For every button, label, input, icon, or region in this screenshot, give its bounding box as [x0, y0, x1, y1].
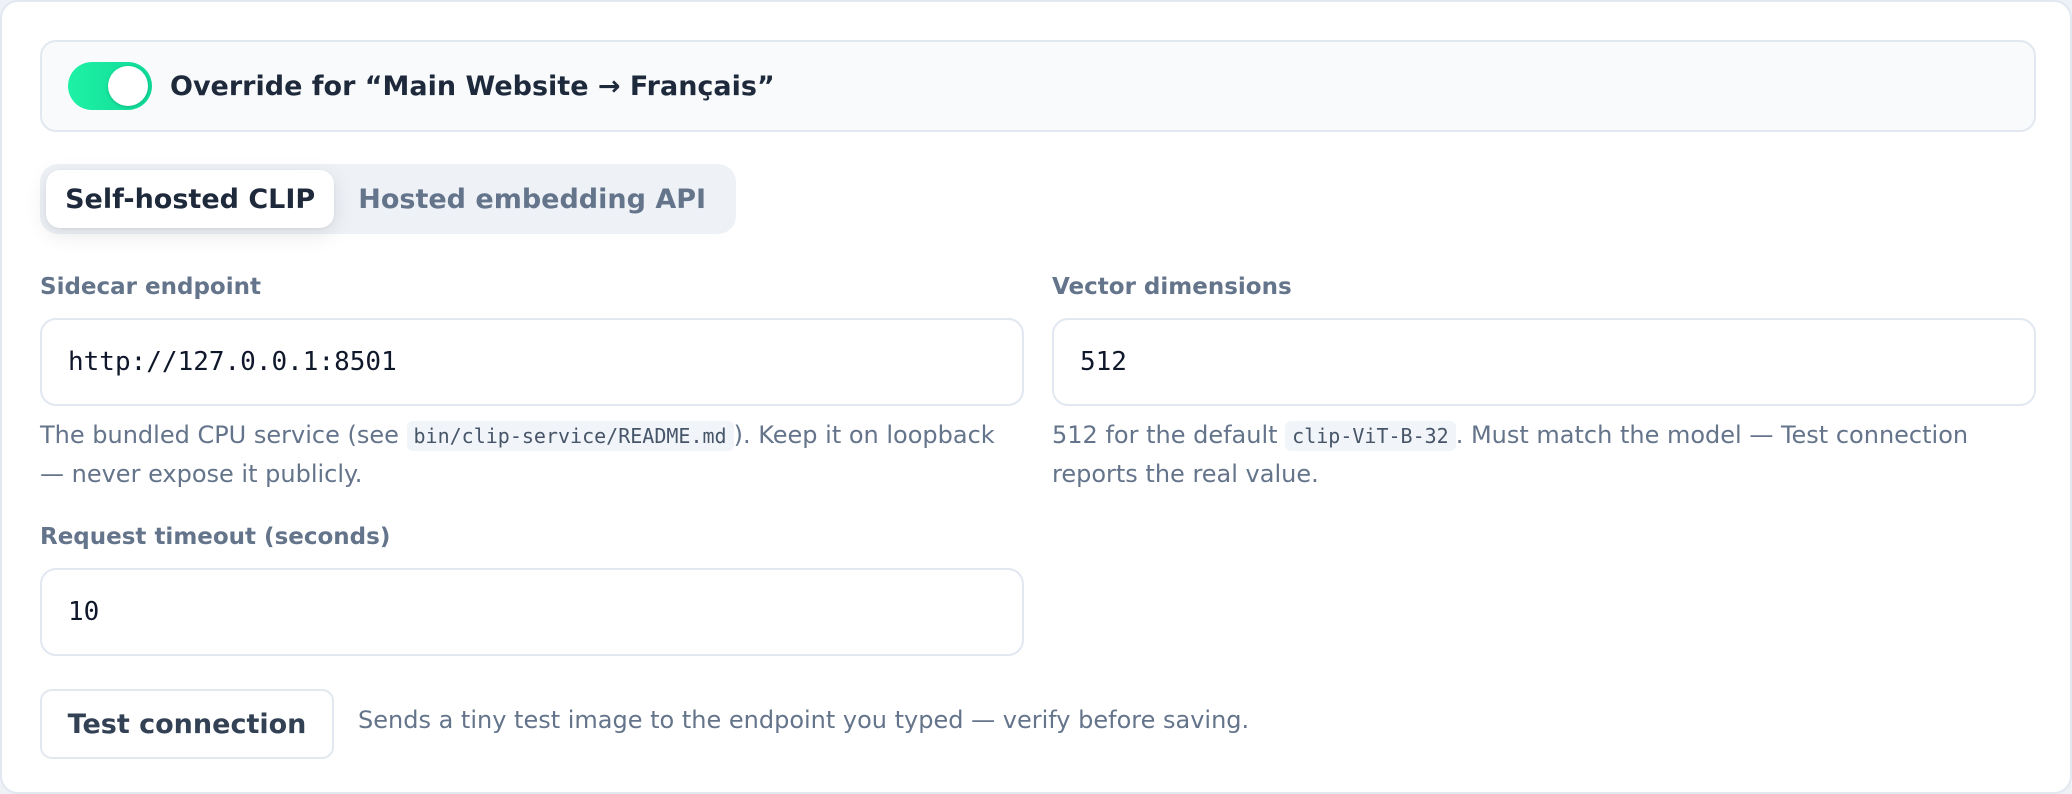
request-timeout-label: Request timeout (seconds)	[40, 524, 391, 550]
toggle-knob	[108, 66, 148, 106]
vector-dimensions-input[interactable]: 512	[1052, 318, 2036, 406]
settings-card: Override for “Main Website → Français” S…	[0, 0, 2072, 794]
override-label: Override for “Main Website → Français”	[170, 70, 775, 102]
help-text: The bundled CPU service (see	[40, 421, 407, 449]
sidecar-endpoint-input[interactable]: http://127.0.0.1:8501	[40, 318, 1024, 406]
test-connection-hint: Sends a tiny test image to the endpoint …	[358, 706, 1250, 734]
tab-hosted-embedding-api[interactable]: Hosted embedding API	[334, 170, 730, 228]
override-toggle[interactable]	[68, 62, 152, 110]
override-bar: Override for “Main Website → Français”	[40, 40, 2036, 132]
sidecar-endpoint-help: The bundled CPU service (see bin/clip-se…	[40, 416, 1024, 493]
mode-segmented-control: Self-hosted CLIP Hosted embedding API	[40, 164, 736, 234]
vector-dimensions-help: 512 for the default clip-ViT-B-32. Must …	[1052, 416, 2042, 493]
request-timeout-input[interactable]: 10	[40, 568, 1024, 656]
test-connection-button[interactable]: Test connection	[40, 689, 334, 759]
tab-self-hosted-clip[interactable]: Self-hosted CLIP	[46, 170, 335, 228]
readme-path-code: bin/clip-service/README.md	[406, 421, 734, 451]
vector-dimensions-label: Vector dimensions	[1052, 274, 1292, 300]
help-text: 512 for the default	[1052, 421, 1286, 449]
sidecar-endpoint-label: Sidecar endpoint	[40, 274, 261, 300]
model-name-code: clip-ViT-B-32	[1285, 421, 1456, 451]
